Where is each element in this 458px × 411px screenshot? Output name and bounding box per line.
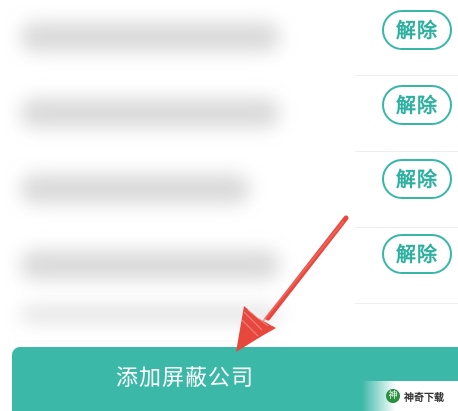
list-item: 解除 [0, 0, 458, 76]
blurred-company-name [20, 22, 280, 52]
list-fade-overlay [0, 300, 458, 340]
blurred-company-name [20, 250, 280, 280]
unblock-button[interactable]: 解除 [382, 85, 452, 125]
unblock-button[interactable]: 解除 [382, 234, 452, 274]
unblock-button[interactable]: 解除 [382, 10, 452, 50]
watermark: 神 神奇下载 [362, 381, 458, 411]
list-item: 解除 [0, 76, 458, 152]
blocked-company-list: 解除 解除 解除 解除 [0, 0, 458, 330]
blurred-company-name [20, 98, 280, 128]
watermark-text: 神奇下载 [404, 392, 444, 404]
list-item: 解除 [0, 152, 458, 228]
unblock-button[interactable]: 解除 [382, 159, 452, 199]
watermark-logo-icon: 神 [386, 389, 400, 403]
screen: 解除 解除 解除 解除 添加屏蔽公司 神 神奇下载 [0, 0, 458, 411]
list-item: 解除 [0, 228, 458, 304]
blurred-company-name [20, 174, 250, 204]
